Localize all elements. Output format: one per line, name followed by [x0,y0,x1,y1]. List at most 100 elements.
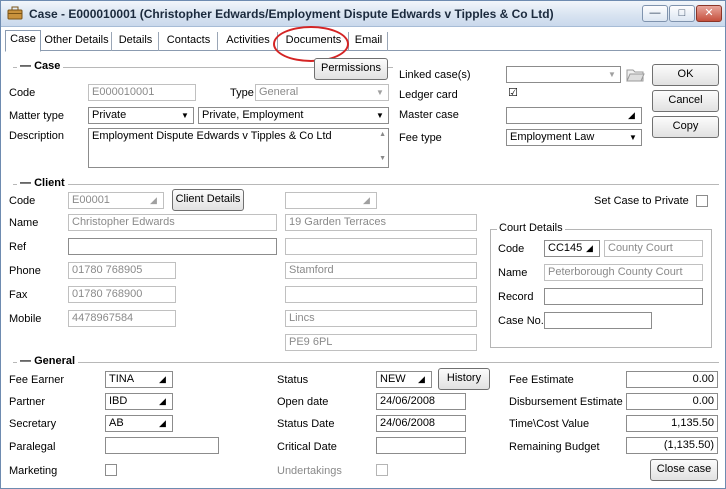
open-date-field[interactable]: 24/06/2008 [376,393,466,410]
case-section-label: Case [34,60,61,72]
cancel-button[interactable]: Cancel [652,90,719,112]
client-mobile-label: Mobile [9,313,42,325]
case-window: Case - E000010001 (Christopher Edwards/E… [0,0,726,489]
ok-button[interactable]: OK [652,64,719,86]
disbursement-estimate-label: Disbursement Estimate [509,396,623,408]
status-field[interactable]: NEW ◢ [376,371,432,388]
chevron-down-icon: ▼ [608,70,616,79]
marketing-label: Marketing [9,465,58,477]
close-button[interactable]: ✕ [696,5,722,22]
lookup-triangle-icon[interactable]: ◢ [414,373,429,386]
description-label: Description [9,130,65,142]
chevron-down-icon: ▼ [376,88,384,97]
paralegal-label: Paralegal [9,441,56,453]
client-details-button[interactable]: Client Details [172,189,244,211]
critical-date-label: Critical Date [277,441,337,453]
maximize-button[interactable]: □ [669,5,695,22]
tab-details[interactable]: Details [113,32,159,51]
partner-value: IBD [109,395,128,407]
fee-type-select[interactable]: Employment Law ▼ [506,129,642,146]
client-ref-field[interactable] [68,238,277,255]
close-case-button[interactable]: Close case [650,459,718,481]
court-code-value: CC145 [548,242,583,254]
court-case-no-field[interactable] [544,312,652,329]
paralegal-field[interactable] [105,437,219,454]
client-phone-label: Phone [9,265,41,277]
client-code-value: E00001 [72,194,110,206]
undertakings-checkbox[interactable] [376,464,388,476]
client-section-label: Client [34,177,65,189]
disbursement-estimate-field[interactable]: 0.00 [626,393,718,410]
undertakings-label: Undertakings [277,465,342,477]
copy-button[interactable]: Copy [652,116,719,138]
client-mobile-field[interactable]: 4478967584 [68,310,176,327]
status-date-field[interactable]: 24/06/2008 [376,415,466,432]
case-section-title: — Case [17,60,64,72]
lookup-triangle-icon[interactable]: ◢ [146,194,161,207]
tab-other-details[interactable]: Other Details [42,32,112,51]
partner-label: Partner [9,396,46,408]
set-private-checkbox[interactable] [696,195,708,207]
minimize-button[interactable]: — [642,5,668,22]
client-fax-label: Fax [9,289,28,301]
remaining-budget-label: Remaining Budget [509,441,600,453]
fee-earner-field[interactable]: TINA ◢ [105,371,173,388]
matter-subtype-select[interactable]: Private, Employment ▼ [198,107,389,124]
partner-field[interactable]: IBD ◢ [105,393,173,410]
address-line-2[interactable] [285,238,477,255]
chevron-down-icon: ▼ [181,111,189,120]
matter-type-select[interactable]: Private ▼ [88,107,194,124]
address-line-5[interactable]: Lincs [285,310,477,327]
description-textarea[interactable]: Employment Dispute Edwards v Tipples & C… [88,128,389,168]
linked-cases-select[interactable]: ▼ [506,66,621,83]
remaining-budget-field[interactable]: (1,135.50) [626,437,718,454]
time-cost-label: Time\Cost Value [509,418,590,430]
lookup-triangle-icon[interactable]: ◢ [155,395,170,408]
marketing-checkbox[interactable] [105,464,117,476]
court-code-field[interactable]: CC145 ◢ [544,240,600,257]
tab-contacts[interactable]: Contacts [160,32,218,51]
client-address-lookup[interactable]: ◢ [285,192,377,209]
address-line-3[interactable]: Stamford [285,262,477,279]
address-line-1[interactable]: 19 Garden Terraces [285,214,477,231]
client-code-field[interactable]: E00001 ◢ [68,192,164,209]
general-section-label: General [34,355,76,367]
scroll-up-icon[interactable]: ▲ [379,131,386,138]
fee-type-value: Employment Law [510,131,595,143]
critical-date-field[interactable] [376,437,466,454]
chevron-down-icon: ▼ [376,111,384,120]
master-case-field[interactable]: ◢ [506,107,642,124]
check-icon: ☑ [508,87,518,99]
description-value: Employment Dispute Edwards v Tipples & C… [92,130,332,142]
fee-estimate-field[interactable]: 0.00 [626,371,718,388]
lookup-triangle-icon[interactable]: ◢ [582,242,597,255]
client-name-field[interactable]: Christopher Edwards [68,214,277,231]
permissions-button[interactable]: Permissions [314,58,388,80]
lookup-triangle-icon[interactable]: ◢ [155,373,170,386]
secretary-value: AB [109,417,124,429]
case-code-field[interactable]: E000010001 [88,84,196,101]
type-select[interactable]: General ▼ [255,84,389,101]
tab-activities[interactable]: Activities [219,32,278,51]
time-cost-field[interactable]: 1,135.50 [626,415,718,432]
tab-strip: Case Other Details Details Contacts Acti… [5,30,721,52]
secretary-label: Secretary [9,418,57,430]
court-record-field[interactable] [544,288,703,305]
address-postcode[interactable]: PE9 6PL [285,334,477,351]
tab-case[interactable]: Case [5,30,41,52]
tab-email[interactable]: Email [350,32,388,51]
lookup-triangle-icon[interactable]: ◢ [624,109,639,122]
scroll-down-icon[interactable]: ▼ [379,155,386,162]
history-button[interactable]: History [438,368,490,390]
court-details-title: Court Details [497,222,565,234]
court-code-description: County Court [604,240,703,257]
folder-open-icon[interactable] [625,65,645,83]
secretary-field[interactable]: AB ◢ [105,415,173,432]
client-phone-field[interactable]: 01780 768905 [68,262,176,279]
lookup-triangle-icon[interactable]: ◢ [155,417,170,430]
court-name-field[interactable]: Peterborough County Court [544,264,703,281]
lookup-triangle-icon[interactable]: ◢ [359,194,374,207]
ledger-card-checkbox[interactable]: ☑ [507,88,519,100]
address-line-4[interactable] [285,286,477,303]
client-fax-field[interactable]: 01780 768900 [68,286,176,303]
